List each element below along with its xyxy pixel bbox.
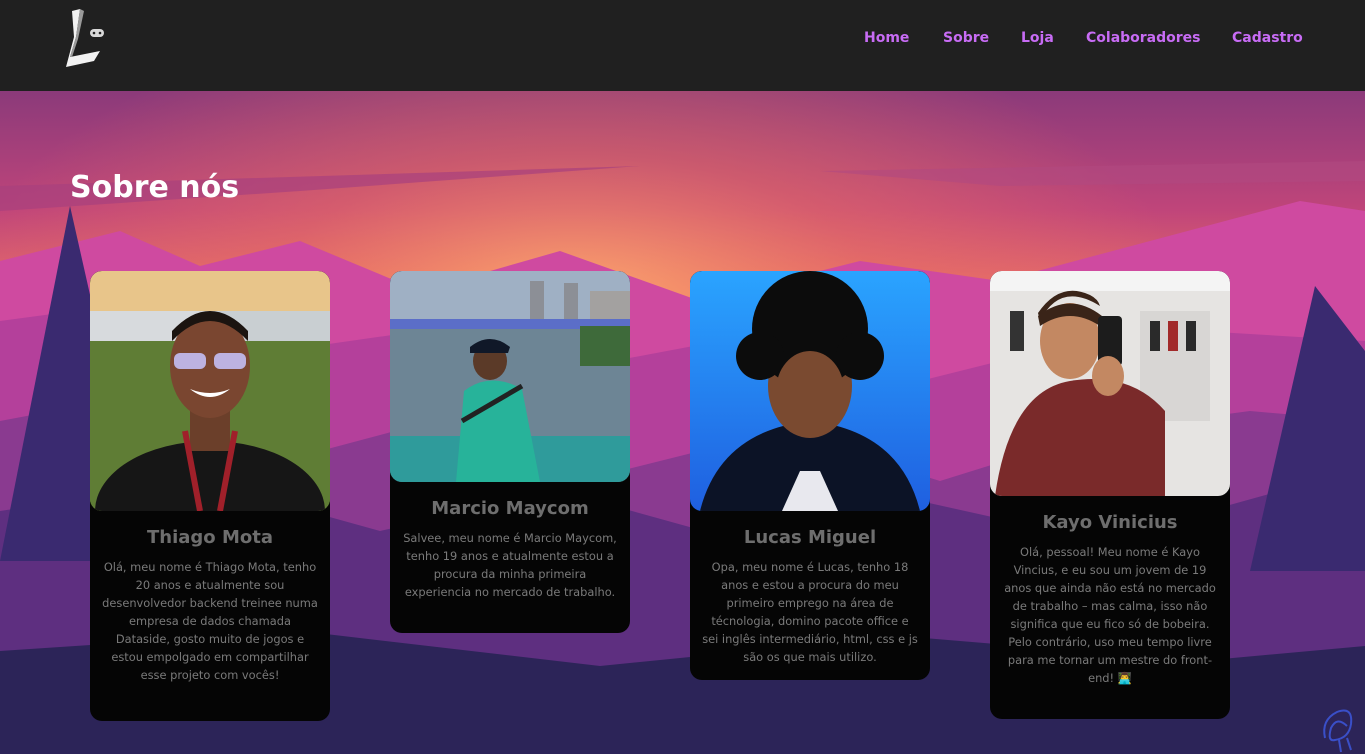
member-name: Thiago Mota [147,527,273,548]
member-description: Olá, meu nome é Thiago Mota, tenho 20 an… [102,560,318,682]
member-description: Opa, meu nome é Lucas, tenho 18 anos e e… [702,560,918,664]
member-description: Olá, pessoal! Meu nome é Kayo Vincius, e… [1004,545,1216,685]
nav-link-sobre[interactable]: Sobre [943,30,989,46]
nav-link-loja[interactable]: Loja [1021,30,1054,46]
signature-icon [1323,709,1353,753]
member-name: Kayo Vinicius [1042,512,1178,533]
team-card: Lucas Miguel Opa, meu nome é Lucas, tenh… [690,271,930,680]
member-description: Salvee, meu nome é Marcio Maycom, tenho … [403,531,617,599]
portrait-photo-icon [390,271,630,482]
L-gamepad-logo-icon[interactable] [62,7,108,67]
team-card: Kayo Vinicius Olá, pessoal! Meu nome é K… [990,271,1230,719]
member-name: Marcio Maycom [431,498,589,519]
portrait-photo-icon [690,271,930,511]
top-navbar: Home Sobre Loja Colaboradores Cadastro [0,0,1365,91]
team-card: Marcio Maycom Salvee, meu nome é Marcio … [390,271,630,633]
team-card: Thiago Mota Olá, meu nome é Thiago Mota,… [90,271,330,721]
portrait-photo-icon [90,271,330,511]
member-name: Lucas Miguel [743,527,877,548]
page-title: Sobre nós [70,170,240,205]
nav-link-home[interactable]: Home [864,30,909,46]
nav-link-colaboradores[interactable]: Colaboradores [1086,30,1201,46]
nav-link-cadastro[interactable]: Cadastro [1232,30,1303,46]
portrait-photo-icon [990,271,1230,496]
